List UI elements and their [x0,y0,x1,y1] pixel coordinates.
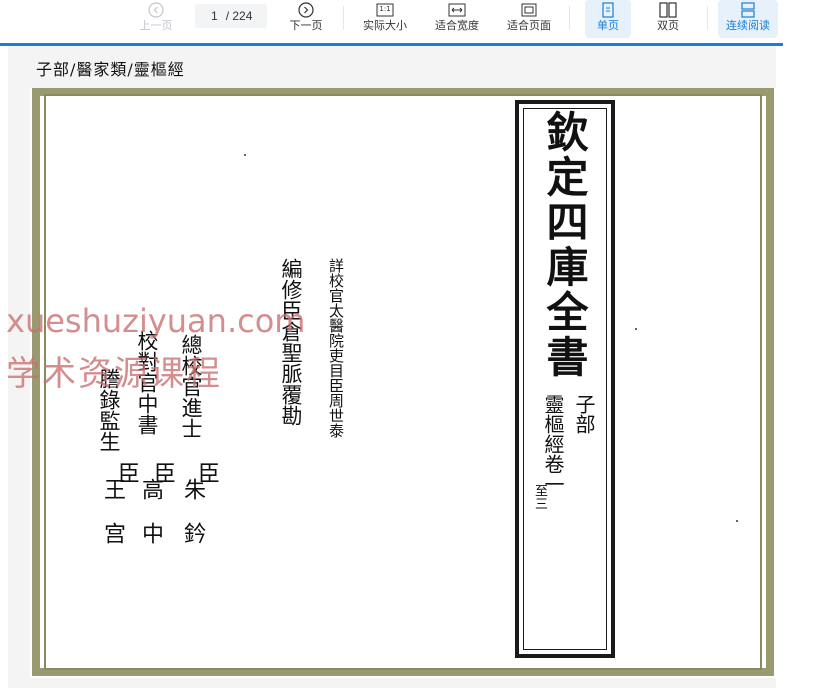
continuous-reading-label: 连续阅读 [726,19,770,32]
actual-size-badge: 1:1 [379,5,391,13]
main-title: 欽定四庫全書 [540,110,589,380]
official-name: 王 宫 [100,478,125,544]
next-page-button[interactable]: 下一页 [286,0,326,38]
editor-credit: 編修臣倉聖脈覆勘 [279,258,303,426]
volume-range-label: 至三 [532,484,547,510]
fit-width-icon [448,1,466,19]
single-page-icon [601,1,615,19]
continuous-reading-icon [740,1,756,19]
fit-width-label: 适合宽度 [435,19,479,32]
next-page-label: 下一页 [289,19,323,32]
toolbar-divider [569,6,570,30]
fit-width-button[interactable]: 适合宽度 [430,0,484,38]
chevron-up-circle-icon [148,1,164,19]
scan-speck [635,328,637,330]
breadcrumb: 子部/醫家類/靈樞經 [36,60,185,79]
double-page-label: 双页 [657,19,679,32]
toolbar-divider [707,6,708,30]
page-total: / 224 [225,9,253,23]
official-name: 朱 鈐 [180,478,205,544]
fit-page-icon [520,1,538,19]
official-name: 高 中 [138,478,163,544]
reviewer-credit: 詳校官太醫院吏目臣周世泰 [327,258,345,438]
page-current: 1 [211,9,218,23]
actual-size-icon: 1:1 [376,1,394,19]
fit-page-button[interactable]: 适合页面 [502,0,556,38]
actual-size-label: 实际大小 [363,19,407,32]
actual-size-button[interactable]: 1:1 实际大小 [358,0,412,38]
fit-page-label: 适合页面 [507,19,551,32]
section-label: 子部 [572,394,596,434]
continuous-reading-button[interactable]: 连续阅读 [718,0,778,38]
double-page-button[interactable]: 双页 [645,0,691,38]
prev-page-button[interactable]: 上一页 [136,0,176,38]
toolbar-divider [343,6,344,30]
prev-page-label: 上一页 [139,19,173,32]
book-volume-label: 靈樞經卷一 [541,394,565,494]
single-page-button[interactable]: 单页 [585,0,631,38]
watermark-text: 学术资源课程 [6,354,222,394]
chevron-down-circle-icon [298,1,314,19]
viewer-toolbar: 上一页 1 / 224 下一页 1:1 实际大小 适合宽度 适合页面 单页 双页… [0,0,817,42]
scan-speck [736,520,738,522]
double-page-icon [659,1,677,19]
watermark-url: xueshuziyuan.com [6,302,306,340]
page-number-input[interactable]: 1 / 224 [195,4,267,28]
single-page-label: 单页 [597,19,619,32]
scan-speck [244,154,246,156]
